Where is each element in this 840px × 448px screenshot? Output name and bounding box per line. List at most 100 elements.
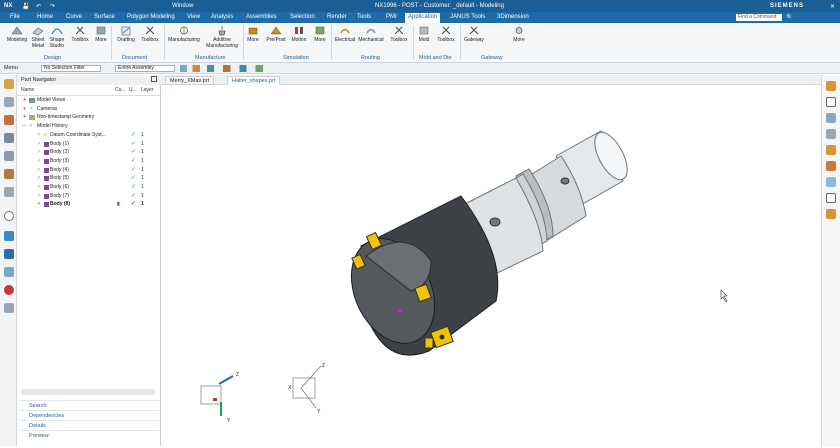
tree-row[interactable]: ✓ Body (2) ✓ 1 (17, 148, 161, 157)
roles-icon[interactable] (4, 267, 14, 277)
fit-view-icon[interactable] (826, 81, 836, 91)
render-style-icon[interactable] (826, 145, 836, 155)
kinematics-icon[interactable] (4, 249, 14, 259)
expand-icon[interactable]: + (23, 96, 26, 105)
undo-icon[interactable]: ↶ (36, 3, 41, 10)
manufacturing-button[interactable]: Manufacturing (167, 25, 201, 43)
drafting-button[interactable]: Drafting (115, 25, 137, 43)
selection-scope-dropdown[interactable]: Entire Assembly (115, 65, 175, 72)
expand-icon[interactable]: + (23, 105, 26, 114)
tab-surface[interactable]: Surface (94, 14, 115, 20)
visible-check-icon[interactable]: ✓ (37, 183, 41, 192)
toolbox-routing-button[interactable]: Toolbox (388, 25, 410, 43)
tree-row[interactable]: + ✓ Cameras (17, 105, 161, 114)
visible-check-icon[interactable]: ✓ (37, 192, 41, 201)
close-icon[interactable]: ✕ (830, 3, 835, 10)
part-navigator-icon[interactable] (4, 115, 14, 125)
find-command-input[interactable]: Find a Command (736, 14, 782, 21)
doc-tab-merry-xmas[interactable]: Merry_XMas.prt (165, 76, 215, 85)
tree-row[interactable]: ✓ Body (6) ✓ 1 (17, 183, 161, 192)
history-icon[interactable] (4, 187, 14, 197)
motion-button[interactable]: Motion (289, 25, 309, 43)
tab-render[interactable]: Render (327, 14, 347, 20)
tree-row[interactable]: ✓ Body (4) ✓ 1 (17, 166, 161, 175)
more-manufacture-button[interactable]: More (245, 25, 261, 43)
clock-icon[interactable] (4, 211, 14, 221)
collapse-icon[interactable]: − (23, 122, 26, 131)
doc-tab-halter-shapes[interactable]: Halter_shapes.prt (227, 76, 281, 85)
horizontal-scrollbar[interactable] (21, 389, 155, 395)
tab-view[interactable]: View (187, 14, 200, 20)
visible-check-icon[interactable]: ✓ (37, 131, 41, 140)
details-panel[interactable]: Details (21, 420, 159, 430)
tree-row[interactable]: ✓ Body (3) ✓ 1 (17, 157, 161, 166)
tab-pmi[interactable]: PMI (386, 14, 397, 20)
selection-filter-dropdown[interactable]: No Selection Filter (41, 65, 101, 72)
more-gateway-button[interactable]: More (510, 25, 528, 43)
section-view-icon[interactable] (826, 129, 836, 139)
tree-row[interactable]: ✓ ⊹ Datum Coordinate Syst... ✓ 1 (17, 131, 161, 140)
measure-icon[interactable] (826, 97, 836, 107)
visible-check-icon[interactable]: ✓ (37, 140, 41, 149)
redo-icon[interactable]: ↷ (50, 3, 55, 10)
gateway-button[interactable]: Gateway (462, 25, 486, 43)
tab-curve[interactable]: Curve (66, 14, 82, 20)
visible-check-icon[interactable]: ✓ (37, 157, 41, 166)
mold-button[interactable]: Mold (416, 25, 432, 43)
more-simulation-button[interactable]: More (312, 25, 328, 43)
graphics-window[interactable]: Z Y Z X Y (161, 86, 821, 446)
tab-assemblies[interactable]: Assemblies (246, 14, 277, 20)
tree-row[interactable]: − ✓ Model History (17, 122, 161, 131)
sheet-metal-button[interactable]: Sheet Metal (30, 25, 46, 49)
tab-application[interactable]: Application (405, 13, 441, 23)
mechanical-button[interactable]: Mechanical (358, 25, 384, 43)
visible-check-icon[interactable]: ✓ (37, 174, 41, 183)
orient-view-icon[interactable] (826, 161, 836, 171)
tab-home[interactable]: Home (37, 14, 53, 20)
snap-point-toolbar[interactable] (180, 65, 270, 72)
tab-3dimension[interactable]: 3Dimension (497, 14, 529, 20)
tree-row[interactable]: ✓ Body (1) ✓ 1 (17, 140, 161, 149)
tab-analysis[interactable]: Analysis (211, 14, 233, 20)
system-scene-icon[interactable] (4, 285, 14, 295)
tree-row[interactable]: + Non-timestamp Geometry (17, 113, 161, 122)
column-current[interactable]: Cu... (115, 87, 126, 95)
maximize-icon[interactable] (151, 76, 157, 82)
tab-tools[interactable]: Tools (357, 14, 371, 20)
save-icon[interactable]: 💾 (22, 3, 29, 10)
tree-row[interactable]: ✓ Body (7) ✓ 1 (17, 192, 161, 201)
tab-janus-tools[interactable]: JANUS Tools (450, 14, 485, 20)
search-panel[interactable]: Search (21, 400, 159, 410)
web-browser-icon[interactable] (4, 169, 14, 179)
tab-file[interactable]: File (10, 14, 20, 20)
toolbox-mold-button[interactable]: Toolbox (435, 25, 457, 43)
modeling-button[interactable]: Modeling (6, 25, 28, 43)
additive-manufacturing-button[interactable]: Additive Manufacturing (204, 25, 240, 49)
layer-icon[interactable] (826, 177, 836, 187)
column-name[interactable]: Name (21, 87, 34, 95)
camera-icon[interactable] (826, 113, 836, 123)
expand-icon[interactable]: + (23, 113, 26, 122)
more-design-button[interactable]: More (93, 25, 109, 43)
window-menu[interactable]: Window (172, 3, 193, 9)
menu-button[interactable]: Menu (4, 65, 18, 71)
process-studio-icon[interactable] (4, 231, 14, 241)
visible-check-icon[interactable]: ✓ (37, 166, 41, 175)
toolbox-document-button[interactable]: Toolbox (139, 25, 161, 43)
dependencies-panel[interactable]: Dependencies (21, 410, 159, 420)
tab-polygon-modeling[interactable]: Polygon Modeling (127, 14, 175, 20)
visible-check-icon[interactable]: ✓ (37, 200, 41, 209)
hd3d-tools-icon[interactable] (4, 151, 14, 161)
pre-post-button[interactable]: Pre/Post (266, 25, 286, 43)
shape-studio-button[interactable]: Shape Studio (48, 25, 66, 49)
search-icon[interactable]: 🔍 (786, 14, 793, 21)
preview-panel[interactable]: Preview (21, 430, 159, 440)
show-hide-icon[interactable] (826, 193, 836, 203)
tab-selection[interactable]: Selection (290, 14, 315, 20)
settings-icon[interactable] (4, 303, 14, 313)
column-layer[interactable]: Layer (141, 87, 154, 95)
column-up-to-date[interactable]: U... (129, 87, 137, 95)
electrical-button[interactable]: Electrical (334, 25, 356, 43)
work-view-icon[interactable] (826, 209, 836, 219)
assembly-navigator-icon[interactable] (4, 79, 14, 89)
